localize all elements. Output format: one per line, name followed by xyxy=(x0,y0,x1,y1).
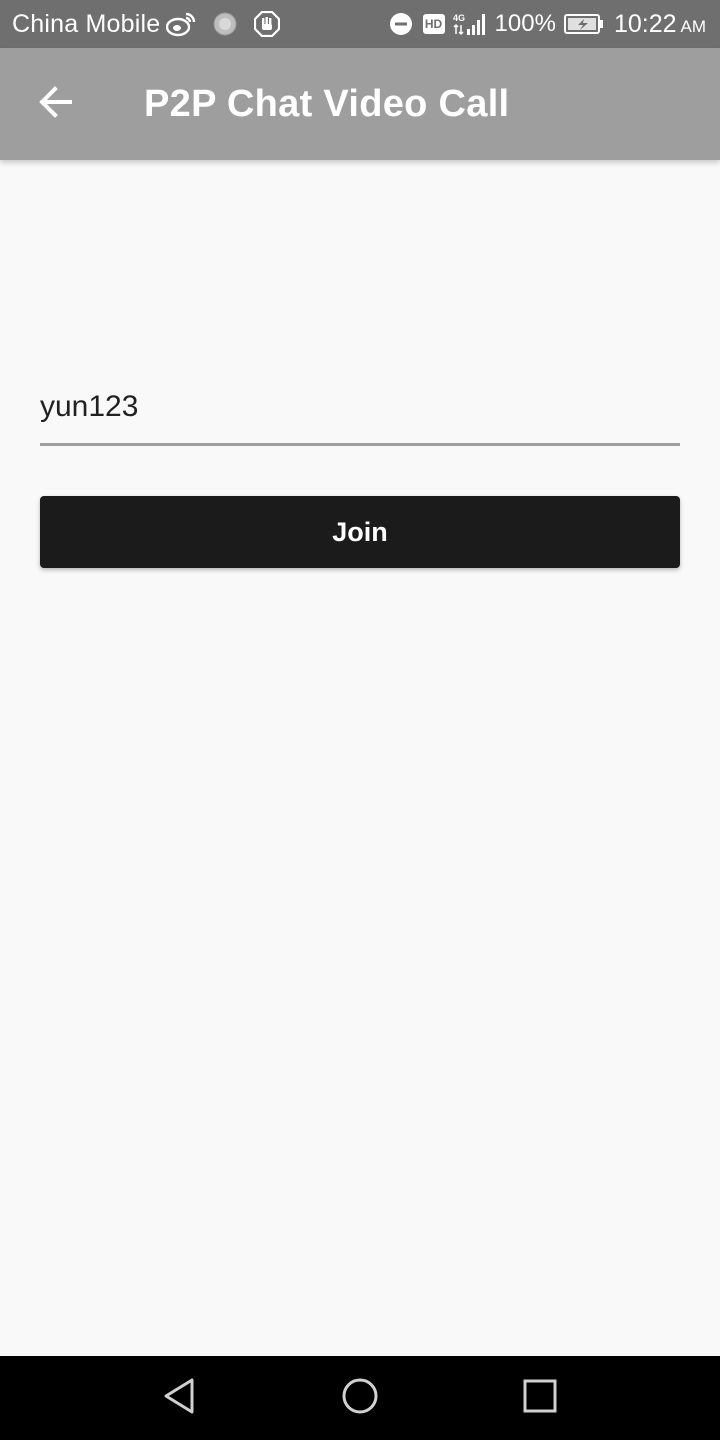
svg-text:4G: 4G xyxy=(453,13,465,23)
nav-recents-icon xyxy=(520,1376,560,1421)
hd-icon: HD xyxy=(422,14,445,34)
carrier-label: China Mobile xyxy=(12,9,161,38)
battery-charging-icon xyxy=(563,14,604,34)
4g-signal-icon: 4G xyxy=(453,12,489,36)
hand-icon xyxy=(254,11,281,37)
join-button[interactable]: Join xyxy=(40,496,680,568)
do-not-disturb-icon xyxy=(389,12,413,36)
weibo-icon xyxy=(166,11,196,37)
status-left: China Mobile xyxy=(12,9,281,39)
nav-bar xyxy=(0,1356,720,1440)
nav-home-button[interactable] xyxy=(330,1368,390,1428)
page-title: P2P Chat Video Call xyxy=(144,82,510,125)
app-bar: P2P Chat Video Call xyxy=(0,48,720,160)
clock: 10:22 AM xyxy=(614,10,706,39)
battery-percent: 100% xyxy=(494,10,556,37)
loading-icon xyxy=(212,11,238,37)
room-id-input[interactable] xyxy=(40,370,680,446)
status-right: HD 4G 100% 10:22 AM xyxy=(389,10,706,39)
nav-recents-button[interactable] xyxy=(510,1368,570,1428)
status-bar: China Mobile HD 4G 100% 10:22 AM xyxy=(0,0,720,48)
back-button[interactable] xyxy=(0,48,112,160)
clock-ampm: AM xyxy=(680,16,707,36)
clock-time: 10:22 xyxy=(613,9,677,38)
arrow-back-icon xyxy=(38,84,74,125)
screen: China Mobile HD 4G 100% 10:22 AM P2P Cha… xyxy=(0,0,720,1440)
nav-back-button[interactable] xyxy=(150,1368,210,1428)
nav-back-icon xyxy=(160,1376,200,1421)
nav-home-icon xyxy=(340,1376,380,1421)
